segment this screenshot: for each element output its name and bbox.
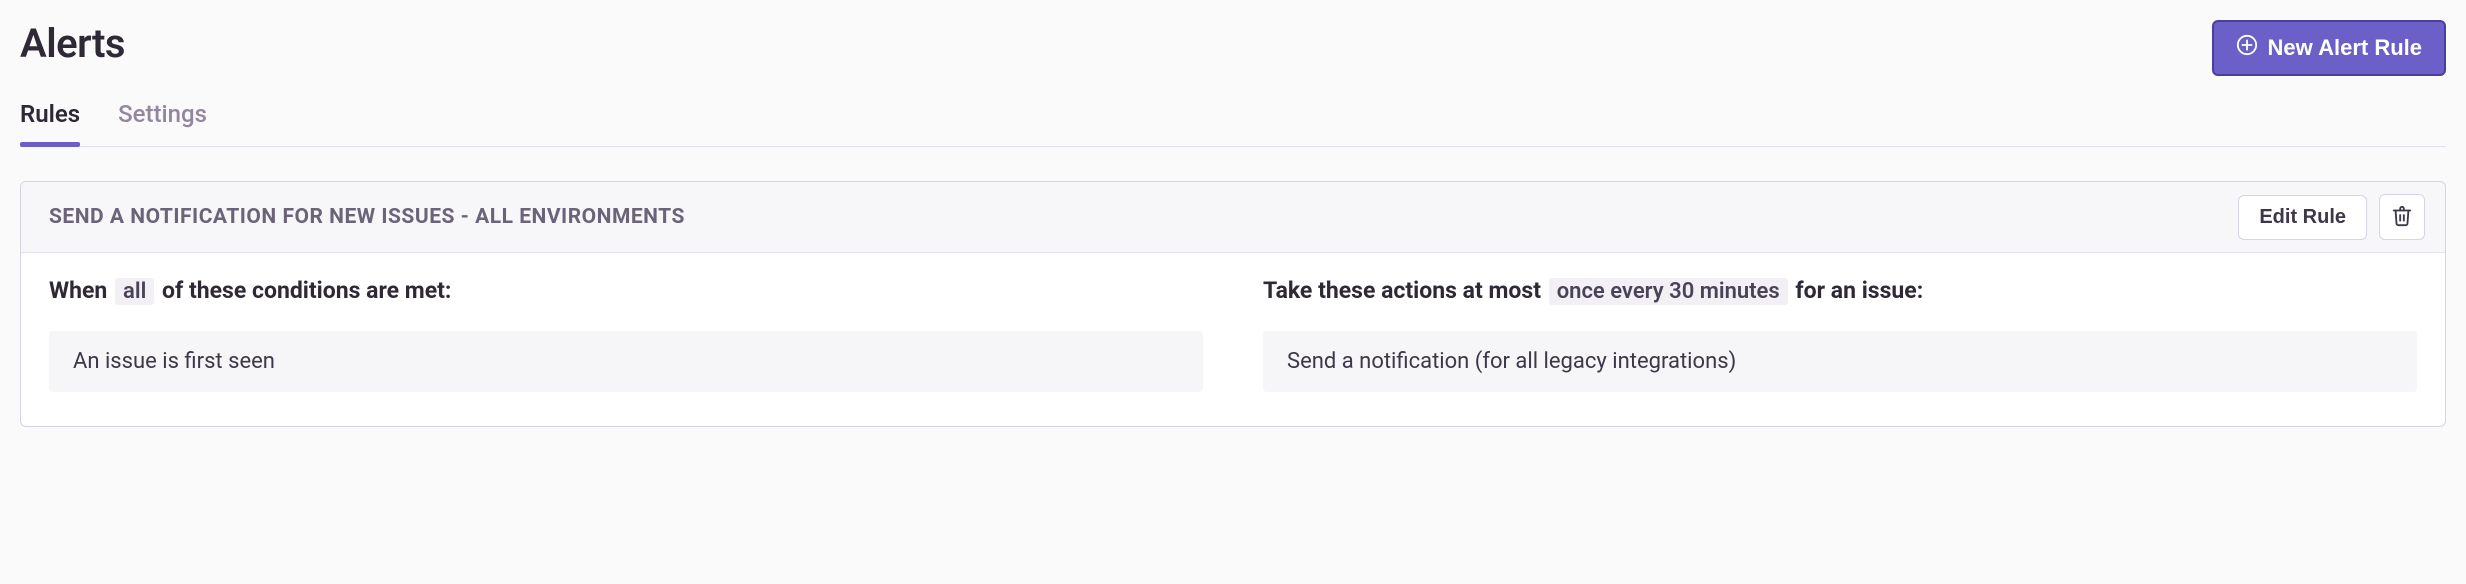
actions-frequency-pill: once every 30 minutes <box>1549 278 1788 305</box>
plus-circle-icon <box>2236 34 2258 62</box>
new-alert-rule-label: New Alert Rule <box>2268 35 2422 61</box>
action-item: Send a notification (for all legacy inte… <box>1263 331 2417 392</box>
conditions-match-pill: all <box>115 278 154 305</box>
actions-heading: Take these actions at most once every 30… <box>1263 277 2417 305</box>
new-alert-rule-button[interactable]: New Alert Rule <box>2212 20 2446 76</box>
conditions-heading: When all of these conditions are met: <box>49 277 1203 305</box>
trash-icon <box>2391 205 2413 230</box>
condition-item: An issue is first seen <box>49 331 1203 392</box>
actions-column: Take these actions at most once every 30… <box>1263 277 2417 392</box>
actions-suffix: for an issue: <box>1795 277 1923 304</box>
rule-header: SEND A NOTIFICATION FOR NEW ISSUES - ALL… <box>21 182 2445 253</box>
alert-rule-card: SEND A NOTIFICATION FOR NEW ISSUES - ALL… <box>20 181 2446 427</box>
tabs: Rules Settings <box>20 94 2446 147</box>
delete-rule-button[interactable] <box>2379 194 2425 240</box>
tab-settings[interactable]: Settings <box>118 94 207 146</box>
conditions-prefix: When <box>49 277 107 304</box>
conditions-suffix: of these conditions are met: <box>162 277 451 304</box>
rule-title: SEND A NOTIFICATION FOR NEW ISSUES - ALL… <box>49 205 685 229</box>
page-title: Alerts <box>20 20 125 67</box>
tab-rules[interactable]: Rules <box>20 94 80 146</box>
conditions-column: When all of these conditions are met: An… <box>49 277 1203 392</box>
actions-prefix: Take these actions at most <box>1263 277 1541 304</box>
edit-rule-button[interactable]: Edit Rule <box>2238 195 2367 240</box>
